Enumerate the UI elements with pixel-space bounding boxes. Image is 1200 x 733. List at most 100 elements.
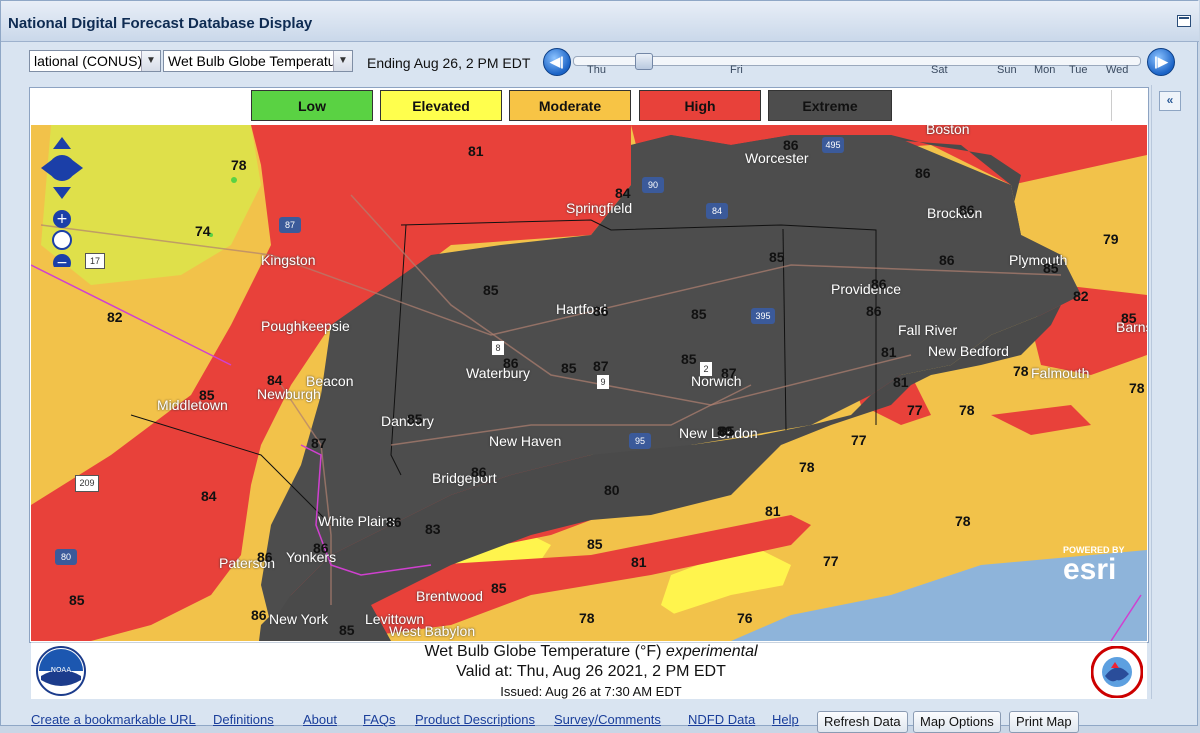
pan-down-icon[interactable] — [53, 187, 71, 199]
chevron-down-icon: ▼ — [141, 51, 160, 71]
wbgt-value: 86 — [783, 137, 799, 153]
legend-divider — [1111, 90, 1112, 121]
wbgt-value: 87 — [593, 358, 609, 374]
wbgt-value: 86 — [915, 165, 931, 181]
region-select-value: lational (CONUS) — [34, 53, 143, 69]
legend-high: High — [639, 90, 761, 121]
valid-time: Valid at: Thu, Aug 26 2021, 2 PM EDT — [456, 663, 726, 680]
legend-elevated: Elevated — [380, 90, 502, 121]
time-slider-track — [573, 56, 1141, 66]
esri-logo: esri — [1063, 553, 1117, 586]
wbgt-value: 76 — [737, 610, 753, 626]
wbgt-value: 87 — [311, 435, 327, 451]
map-title: Wet Bulb Globe Temperature (°F) experime… — [1, 643, 1181, 661]
wbgt-value-labels: 78 81 84 86 74 82 85 86 85 86 86 79 85 8… — [31, 125, 1147, 641]
nws-logo-icon — [1090, 645, 1144, 699]
footer-bar: Create a bookmarkable URL Definitions Ab… — [1, 709, 1199, 733]
wbgt-value: 86 — [251, 607, 267, 623]
wbgt-value: 78 — [231, 157, 247, 173]
wbgt-value: 86 — [503, 355, 519, 371]
wbgt-value: 85 — [339, 622, 355, 638]
wbgt-map[interactable]: Boston Worcester Springfield Brockton Pl… — [31, 125, 1147, 641]
noaa-logo-text: NOAA — [51, 666, 72, 674]
wbgt-value: 78 — [959, 402, 975, 418]
previous-time-button[interactable]: ◀| — [543, 48, 571, 76]
wbgt-value: 86 — [593, 303, 609, 319]
wbgt-value: 78 — [579, 610, 595, 626]
ending-time-label: Ending Aug 26, 2 PM EDT — [367, 55, 531, 71]
wbgt-value: 86 — [257, 549, 273, 565]
refresh-data-button[interactable]: Refresh Data — [817, 711, 908, 733]
wbgt-value: 78 — [1013, 363, 1029, 379]
definitions-link[interactable]: Definitions — [213, 712, 274, 727]
bookmark-url-link[interactable]: Create a bookmarkable URL — [31, 712, 196, 727]
wbgt-value: 80 — [717, 423, 733, 439]
globe-icon[interactable] — [52, 230, 72, 250]
wbgt-value: 83 — [425, 521, 441, 537]
time-slider-thumb[interactable] — [635, 53, 654, 70]
timeline-day-label: Sat — [931, 64, 948, 76]
wbgt-value: 86 — [386, 514, 402, 530]
wbgt-value: 86 — [871, 276, 887, 292]
wbgt-value: 77 — [851, 432, 867, 448]
side-panel-strip — [1151, 85, 1190, 699]
wbgt-value: 81 — [881, 344, 897, 360]
pan-right-icon[interactable] — [71, 159, 83, 177]
timeline-day-label: Tue — [1069, 64, 1088, 76]
wbgt-value: 82 — [107, 309, 123, 325]
wbgt-value: 86 — [313, 540, 329, 556]
wbgt-value: 85 — [691, 306, 707, 322]
survey-comments-link[interactable]: Survey/Comments — [554, 712, 661, 727]
window-title: National Digital Forecast Database Displ… — [8, 15, 313, 32]
wbgt-value: 79 — [1103, 231, 1119, 247]
map-options-button[interactable]: Map Options — [913, 711, 1001, 733]
about-link[interactable]: About — [303, 712, 337, 727]
time-slider[interactable]: Thu Fri Sat Sun Mon Tue Wed — [573, 53, 1143, 76]
wbgt-value: 85 — [69, 592, 85, 608]
svg-text:−: − — [56, 255, 68, 267]
wbgt-value: 78 — [955, 513, 971, 529]
wbgt-value: 85 — [1043, 260, 1059, 276]
nws-logo — [1090, 645, 1144, 699]
element-select[interactable]: Wet Bulb Globe Temperatu ▼ — [163, 50, 353, 72]
wbgt-value: 85 — [491, 580, 507, 596]
help-link[interactable]: Help — [772, 712, 799, 727]
region-select[interactable]: lational (CONUS) ▼ — [29, 50, 161, 72]
expand-panel-button[interactable]: « — [1159, 91, 1181, 111]
chevron-down-icon: ▼ — [333, 51, 352, 71]
wbgt-value: 85 — [681, 351, 697, 367]
pan-up-icon[interactable] — [53, 137, 71, 149]
noaa-logo-icon: NOAA — [36, 646, 86, 696]
wbgt-value: 80 — [604, 482, 620, 498]
title-bar: National Digital Forecast Database Displ… — [1, 1, 1199, 42]
map-title-italic: experimental — [665, 643, 758, 660]
print-map-button[interactable]: Print Map — [1009, 711, 1079, 733]
svg-text:+: + — [56, 211, 68, 227]
pan-zoom-icon[interactable]: + − — [41, 137, 87, 272]
product-descriptions-link[interactable]: Product Descriptions — [415, 712, 535, 727]
wbgt-value: 86 — [959, 202, 975, 218]
faqs-link[interactable]: FAQs — [363, 712, 396, 727]
wbgt-value: 81 — [631, 554, 647, 570]
timeline-day-label: Thu — [587, 64, 606, 76]
wbgt-value: 77 — [823, 553, 839, 569]
next-time-button[interactable]: |▶ — [1147, 48, 1175, 76]
maximize-icon[interactable] — [1177, 15, 1191, 27]
wbgt-value: 85 — [769, 249, 785, 265]
wbgt-value: 85 — [199, 387, 215, 403]
wbgt-value: 84 — [267, 372, 283, 388]
wbgt-value: 77 — [907, 402, 923, 418]
wbgt-value: 86 — [866, 303, 882, 319]
wbgt-value: 85 — [407, 411, 423, 427]
wbgt-value: 78 — [799, 459, 815, 475]
wbgt-value: 82 — [1073, 288, 1089, 304]
wbgt-value: 85 — [561, 360, 577, 376]
wbgt-value: 86 — [939, 252, 955, 268]
issued-time: Issued: Aug 26 at 7:30 AM EDT — [500, 684, 682, 699]
ndfd-data-link[interactable]: NDFD Data — [688, 712, 755, 727]
timeline-day-label: Mon — [1034, 64, 1056, 76]
noaa-logo: NOAA — [36, 646, 86, 696]
pan-left-icon[interactable] — [41, 159, 53, 177]
map-title-main: Wet Bulb Globe Temperature (°F) — [424, 643, 666, 660]
wbgt-value: 86 — [471, 464, 487, 480]
